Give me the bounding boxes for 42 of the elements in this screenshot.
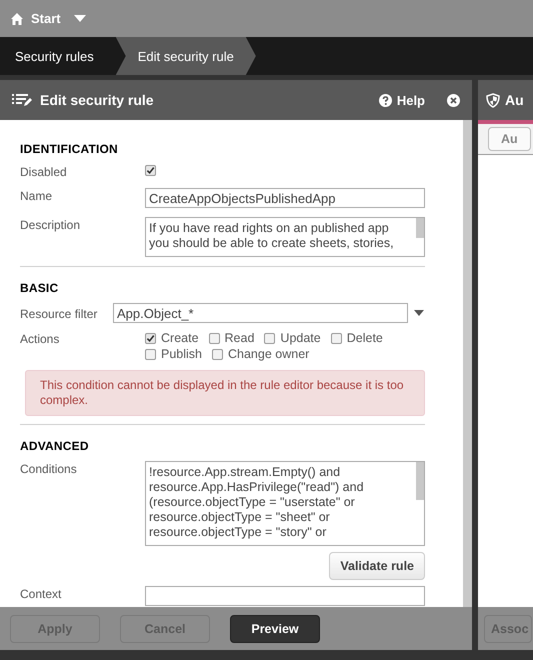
- panel-title: Edit security rule: [40, 92, 155, 108]
- help-icon: [378, 94, 392, 106]
- dropdown-caret-icon[interactable]: [414, 310, 424, 316]
- section-heading: IDENTIFICATION: [20, 142, 119, 156]
- close-icon[interactable]: [447, 94, 460, 106]
- checkbox-label[interactable]: Delete: [346, 331, 383, 345]
- checkbox[interactable]: [208, 332, 220, 344]
- error-alert: This condition cannot be displayed in the rule editor because it is too complex.: [25, 370, 425, 416]
- checkbox-label[interactable]: Create: [161, 331, 199, 345]
- shield-icon: [486, 92, 500, 108]
- field-label: Actions: [20, 331, 60, 346]
- field-label: Context: [20, 586, 62, 601]
- field-label: Conditions: [20, 461, 78, 476]
- field-label: Description: [20, 217, 82, 232]
- validate-rule-button[interactable]: Validate rule: [329, 552, 425, 580]
- section-heading: ADVANCED: [20, 439, 90, 453]
- checkbox-label[interactable]: Change owner: [228, 347, 310, 361]
- list-edit-icon: [12, 93, 32, 107]
- checkbox[interactable]: [145, 332, 156, 344]
- conditions-field[interactable]: !resource.App.stream.Empty() and resource.App.HasPrivilege("read") and (resource.objectType = "userstate" or resource.objectType = "sheet" or resource.objectType = "story" or: [145, 461, 425, 546]
- description-field[interactable]: If you have read rights on an published app you should be able to create sheets, stories,: [145, 217, 425, 257]
- checkbox[interactable]: [330, 332, 342, 344]
- checkbox[interactable]: [264, 332, 276, 344]
- home-icon[interactable]: [10, 12, 24, 26]
- caret-icon[interactable]: [74, 14, 86, 22]
- section-heading: BASIC: [20, 281, 60, 295]
- footer-button[interactable]: Preview: [230, 614, 320, 642]
- checkbox[interactable]: [145, 348, 156, 360]
- context-dropdown[interactable]: [145, 586, 425, 606]
- checkbox-label[interactable]: Read: [224, 331, 254, 345]
- field-label: Name: [20, 188, 54, 203]
- checkbox[interactable]: [145, 165, 156, 176]
- field-label: Disabled: [20, 164, 68, 179]
- name-field[interactable]: CreateAppObjectsPublishedApp: [145, 188, 425, 208]
- field-label: Resource filter: [20, 306, 98, 320]
- checkbox-label[interactable]: Publish: [161, 347, 202, 361]
- panel-title: Au: [505, 92, 524, 108]
- checkbox[interactable]: [212, 348, 223, 360]
- checkbox-label[interactable]: Update: [280, 331, 321, 345]
- resource-filter-field[interactable]: App.Object_*: [113, 303, 408, 323]
- help-button[interactable]: Help: [378, 92, 425, 108]
- breadcrumb[interactable]: Edit security rule: [116, 37, 256, 75]
